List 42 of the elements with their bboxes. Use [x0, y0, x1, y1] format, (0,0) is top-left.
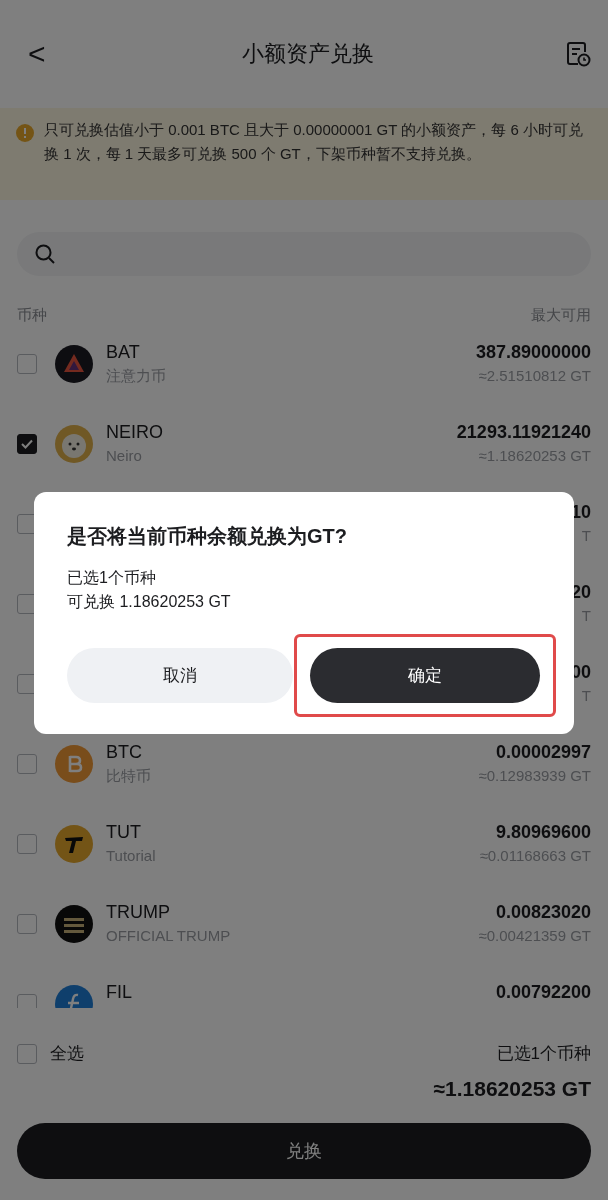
cancel-button[interactable]: 取消	[67, 648, 293, 703]
page-title: 小额资产兑换	[242, 40, 375, 68]
checkbox[interactable]	[17, 434, 37, 454]
total-value: ≈1.18620253 GT	[432, 1077, 591, 1101]
notice-text: 只可兑换估值小于 0.001 BTC 且大于 0.00000001 GT 的小额资产，每 6 小时可兑换 1 次，每 1 天最多可兑换 500 个 GT，下架币种暂不支持兑换。	[44, 121, 584, 162]
coin-symbol: BAT	[106, 342, 141, 363]
trump-coin-icon	[55, 905, 93, 943]
bitcoin-coin-icon	[55, 745, 93, 783]
dog-coin-icon	[55, 425, 93, 463]
coin-symbol: NEIRO	[106, 422, 163, 443]
coin-symbol: TRUMP	[106, 902, 171, 923]
coin-amount: 0.00002997	[495, 742, 591, 763]
checkbox[interactable]	[17, 994, 37, 1008]
coin-amount: 0.00792200	[495, 982, 591, 1003]
warning-icon	[16, 124, 34, 142]
tutorial-coin-icon	[55, 825, 93, 863]
coin-amount: 387.89000000	[475, 342, 591, 363]
select-all-label[interactable]: 全选	[50, 1042, 84, 1065]
coin-amount: 9.80969600	[495, 822, 591, 843]
checkbox[interactable]	[17, 1043, 37, 1064]
coin-symbol: FIL	[106, 982, 132, 1003]
back-button[interactable]: <	[22, 37, 52, 71]
coin-amount: 0.00823020	[495, 902, 591, 923]
coin-amount: 21293.11921240	[456, 422, 591, 443]
exchange-button[interactable]: 兑换	[17, 1123, 591, 1179]
triangle-coin-icon	[55, 345, 93, 383]
selected-count: 已选1个币种	[496, 1043, 591, 1065]
history-icon[interactable]	[565, 41, 591, 67]
coin-symbol: BTC	[106, 742, 143, 763]
checkbox[interactable]	[17, 754, 37, 774]
checkbox[interactable]	[17, 834, 37, 854]
dialog-title: 是否将当前币种余额兑换为GT?	[67, 524, 348, 549]
search-field[interactable]	[17, 232, 591, 276]
coin-symbol: TUT	[106, 822, 142, 843]
dialog-text: 可兑换 1.18620253 GT	[67, 592, 232, 612]
dialog-text: 已选1个币种	[67, 568, 157, 588]
column-header: 币种	[17, 306, 47, 325]
check-icon	[21, 439, 33, 449]
search-icon	[34, 243, 56, 265]
checkbox[interactable]	[17, 354, 37, 374]
confirm-button[interactable]: 确定	[310, 648, 540, 703]
checkbox[interactable]	[17, 914, 37, 934]
